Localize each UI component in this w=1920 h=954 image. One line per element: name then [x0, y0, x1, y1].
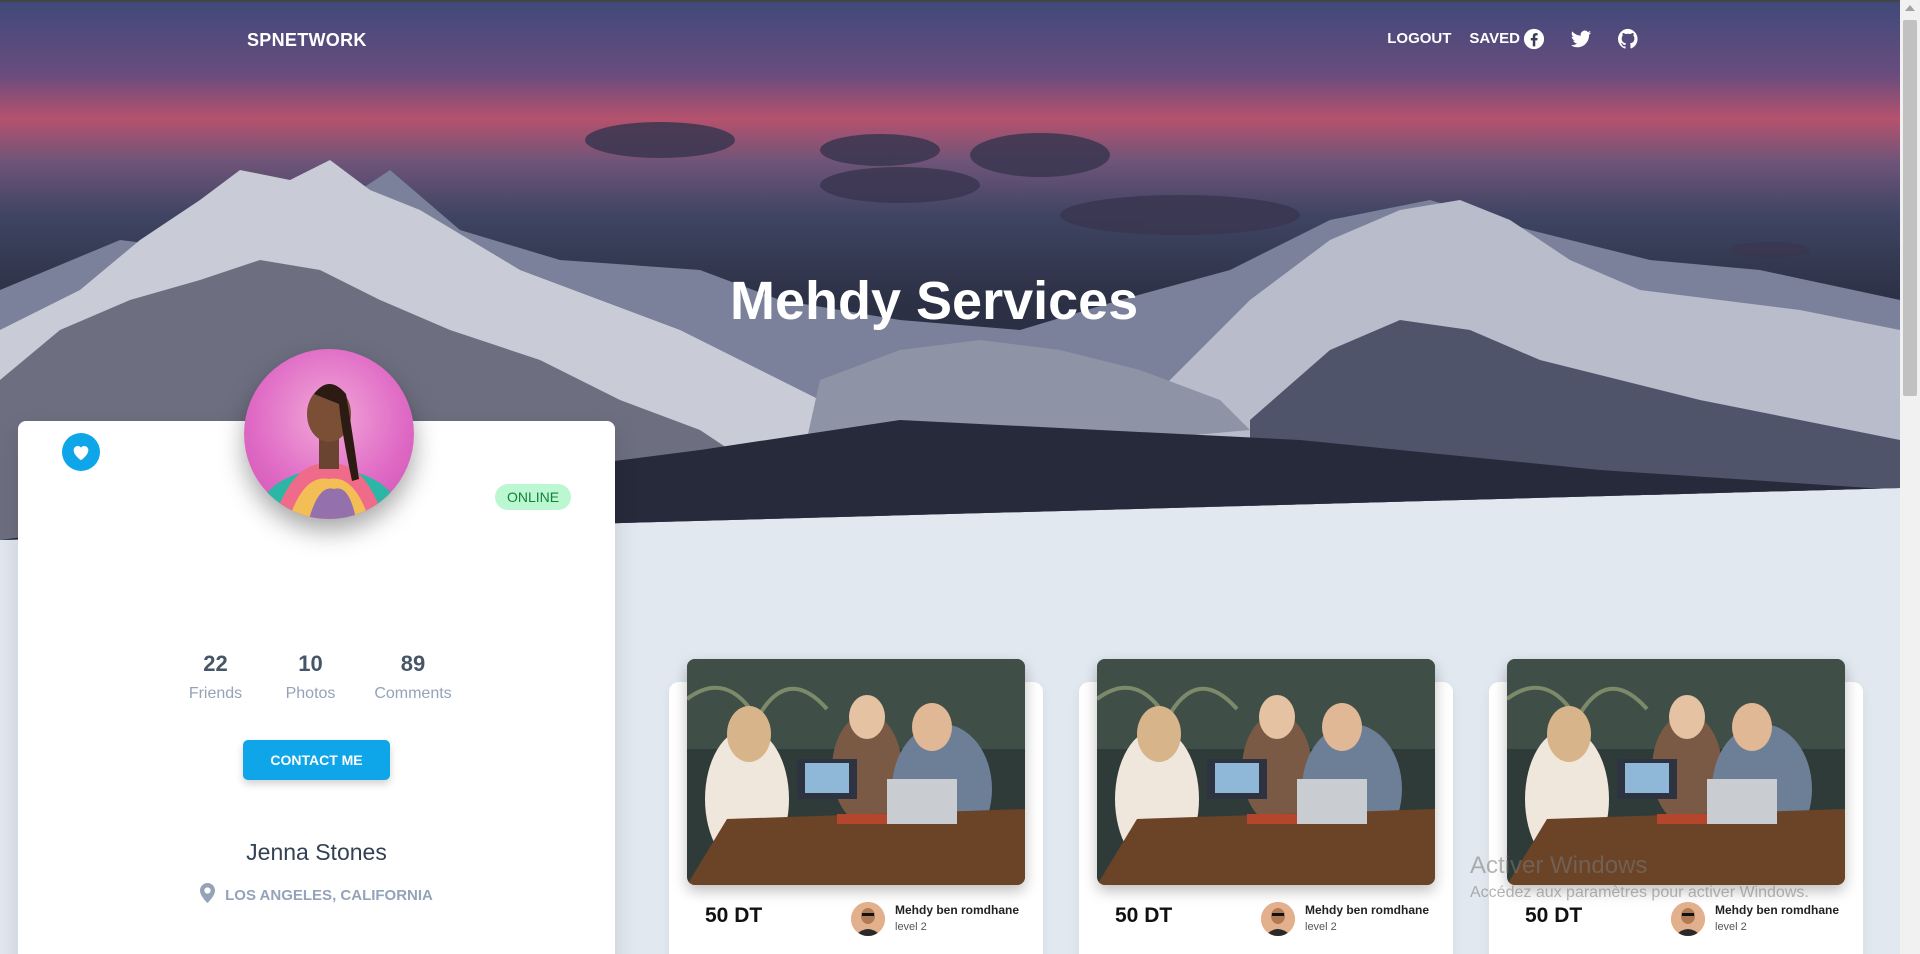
logout-link[interactable]: LOGOUT — [1387, 30, 1451, 47]
seller-avatar — [1671, 902, 1705, 936]
scroll-up-arrow-icon[interactable] — [1905, 5, 1915, 11]
stat-value: 22 — [203, 651, 228, 676]
github-icon[interactable] — [1617, 28, 1639, 55]
profile-name: Jenna Stones — [246, 839, 387, 865]
window-top-border — [0, 0, 1920, 2]
map-marker-icon — [200, 883, 216, 903]
stat-value: 89 — [400, 651, 426, 676]
service-card[interactable]: 50 DT Mehdy ben romdhane level 2 — [1079, 659, 1453, 954]
service-image[interactable] — [687, 659, 1025, 885]
stat-photos: 10 Photos — [263, 651, 358, 703]
scrollbar-thumb[interactable] — [1903, 20, 1917, 396]
seller-avatar — [1261, 902, 1295, 936]
service-image[interactable] — [1097, 659, 1435, 885]
seller-name[interactable]: Mehdy ben romdhane — [1715, 903, 1839, 917]
facebook-icon[interactable] — [1523, 28, 1545, 55]
profile-location: LOS ANGELES, CALIFORNIA — [18, 883, 615, 904]
seller-name[interactable]: Mehdy ben romdhane — [895, 903, 1019, 917]
location-text: LOS ANGELES, CALIFORNIA — [225, 887, 433, 904]
stat-label: Comments — [374, 685, 452, 702]
status-badge: ONLINE — [495, 484, 572, 510]
brand-logo[interactable]: SPNETWORK — [247, 30, 367, 51]
saved-link[interactable]: SAVED — [1469, 30, 1520, 47]
windows-activation-title: Activer Windows — [1470, 852, 1648, 879]
service-card[interactable]: 50 DT Mehdy ben romdhane level 2 — [669, 659, 1043, 954]
stat-value: 10 — [298, 651, 323, 676]
stat-comments: 89 Comments — [358, 651, 468, 703]
service-card[interactable]: 50 DT Mehdy ben romdhane level 2 — [1489, 659, 1863, 954]
seller-level: level 2 — [1305, 921, 1337, 933]
service-price: 50 DT — [1115, 904, 1173, 927]
seller-avatar — [851, 902, 885, 936]
stat-friends: 22 Friends — [168, 651, 263, 703]
contact-me-button[interactable]: CONTACT ME — [243, 740, 390, 780]
page-scrollbar[interactable] — [1900, 0, 1920, 954]
heart-icon — [73, 446, 89, 461]
windows-activation-text: Accédez aux paramètres pour activer Wind… — [1470, 884, 1809, 901]
seller-level: level 2 — [895, 921, 927, 933]
favorite-heart-button[interactable] — [62, 433, 100, 471]
avatar — [244, 349, 414, 519]
hero-title: Mehdy Services — [730, 271, 1139, 331]
seller-level: level 2 — [1715, 921, 1747, 933]
service-price: 50 DT — [1525, 904, 1583, 927]
stat-label: Photos — [285, 685, 336, 702]
twitter-icon[interactable] — [1570, 28, 1592, 55]
top-nav: LOGOUT SAVED — [1387, 30, 1520, 47]
service-price: 50 DT — [705, 904, 763, 927]
stat-label: Friends — [188, 685, 243, 702]
profile-card: ONLINE 22 Friends 10 Photos 89 Comments … — [18, 349, 615, 954]
seller-name[interactable]: Mehdy ben romdhane — [1305, 903, 1429, 917]
profile-stats: 22 Friends 10 Photos 89 Comments — [168, 651, 468, 703]
